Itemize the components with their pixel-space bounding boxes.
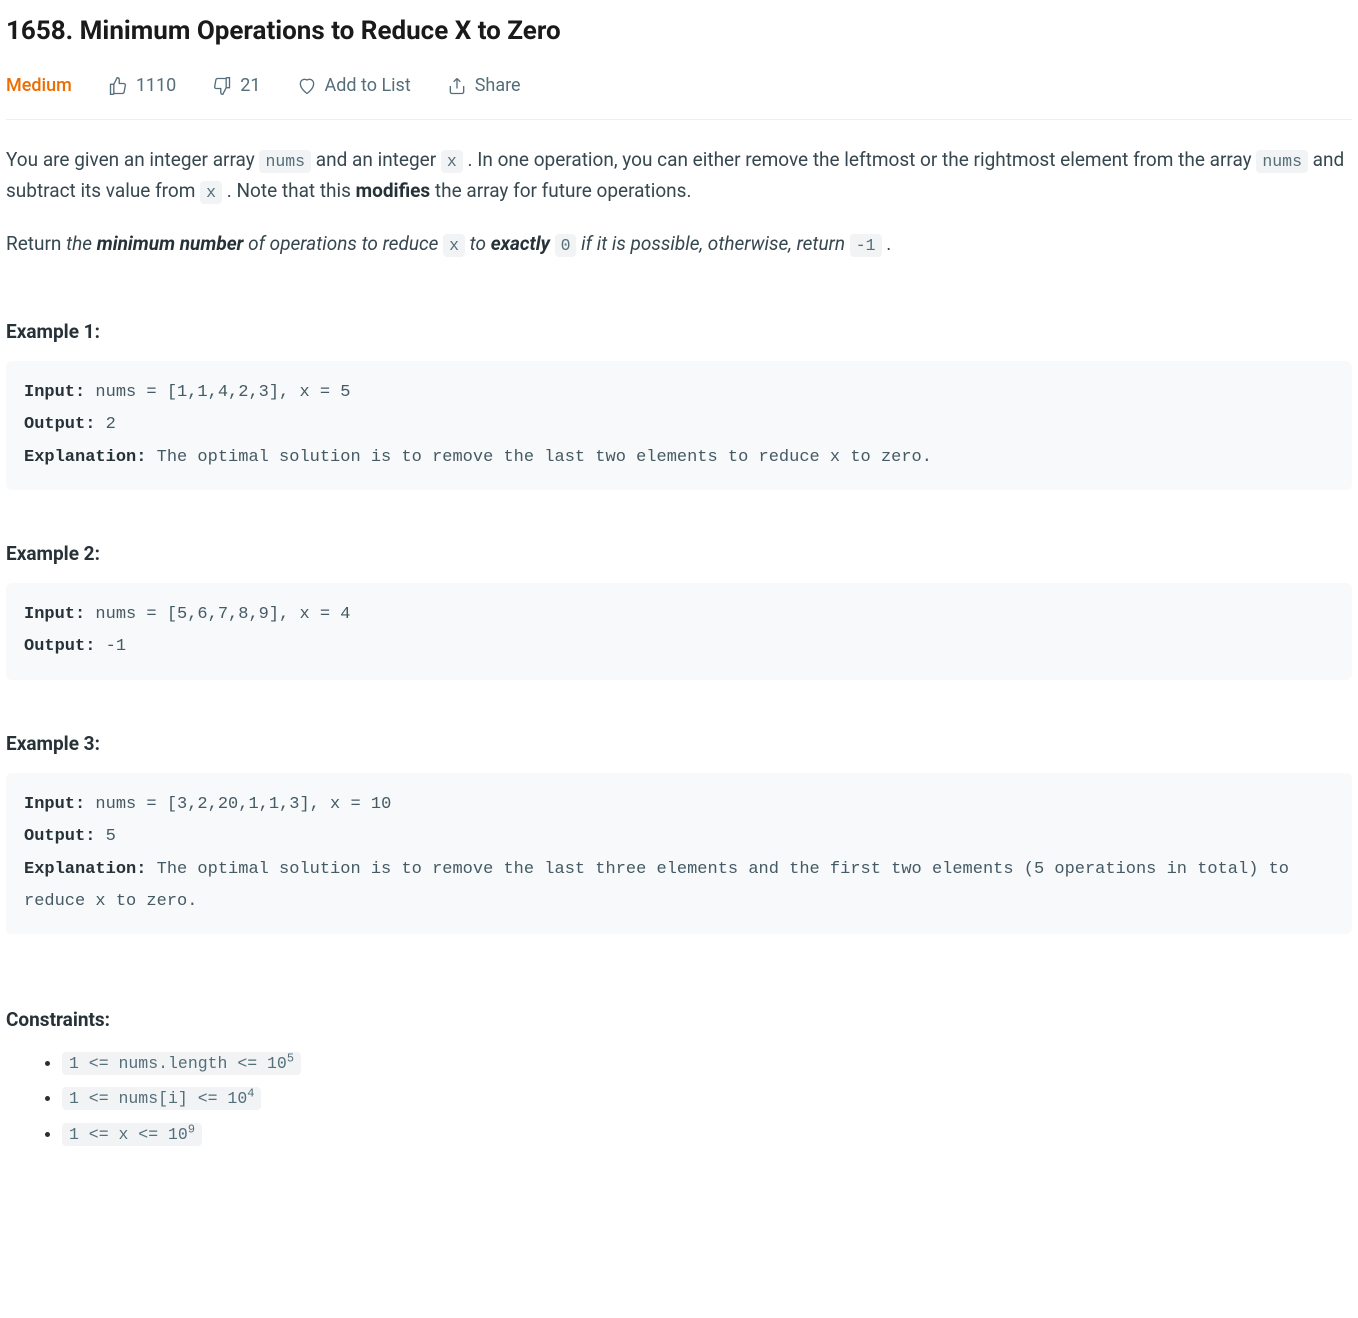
constraint-item: 1 <= x <= 109 <box>62 1119 1352 1149</box>
problem-description: You are given an integer array nums and … <box>6 144 1352 260</box>
share-button[interactable]: Share <box>447 71 521 101</box>
code-inline: x <box>200 181 222 204</box>
example-heading: Example 3: <box>6 728 1352 759</box>
problem-title: 1658. Minimum Operations to Reduce X to … <box>6 10 1352 53</box>
like-count: 1110 <box>136 71 176 101</box>
difficulty-badge: Medium <box>6 71 72 101</box>
thumbs-up-icon <box>108 76 128 96</box>
constraints-list: 1 <= nums.length <= 105 1 <= nums[i] <= 1… <box>6 1048 1352 1149</box>
code-inline: x <box>441 150 463 173</box>
thumbs-down-icon <box>212 76 232 96</box>
code-inline: -1 <box>850 234 882 257</box>
description-paragraph-1: You are given an integer array nums and … <box>6 144 1352 207</box>
dislike-button[interactable]: 21 <box>212 71 260 101</box>
constraint-item: 1 <= nums.length <= 105 <box>62 1048 1352 1078</box>
share-label: Share <box>475 71 521 101</box>
add-to-list-button[interactable]: Add to List <box>297 71 411 101</box>
heart-icon <box>297 76 317 96</box>
code-inline: x <box>443 234 465 257</box>
example-block: Input: nums = [5,6,7,8,9], x = 4 Output:… <box>6 583 1352 680</box>
like-button[interactable]: 1110 <box>108 71 176 101</box>
code-inline: 1 <= nums[i] <= 104 <box>62 1087 261 1110</box>
code-inline: nums <box>1256 150 1308 173</box>
code-inline: nums <box>259 150 311 173</box>
example-block: Input: nums = [1,1,4,2,3], x = 5 Output:… <box>6 361 1352 490</box>
constraint-item: 1 <= nums[i] <= 104 <box>62 1083 1352 1113</box>
description-paragraph-2: Return the minimum number of operations … <box>6 228 1352 259</box>
share-icon <box>447 76 467 96</box>
meta-row: Medium 1110 21 Add to List Share <box>6 71 1352 120</box>
constraints-heading: Constraints: <box>6 1004 1352 1035</box>
example-block: Input: nums = [3,2,20,1,1,3], x = 10 Out… <box>6 773 1352 934</box>
dislike-count: 21 <box>240 71 260 101</box>
code-inline: 1 <= x <= 109 <box>62 1123 202 1146</box>
code-inline: 1 <= nums.length <= 105 <box>62 1052 301 1075</box>
example-heading: Example 1: <box>6 316 1352 347</box>
example-heading: Example 2: <box>6 538 1352 569</box>
add-to-list-label: Add to List <box>325 71 411 101</box>
code-inline: 0 <box>555 234 577 257</box>
